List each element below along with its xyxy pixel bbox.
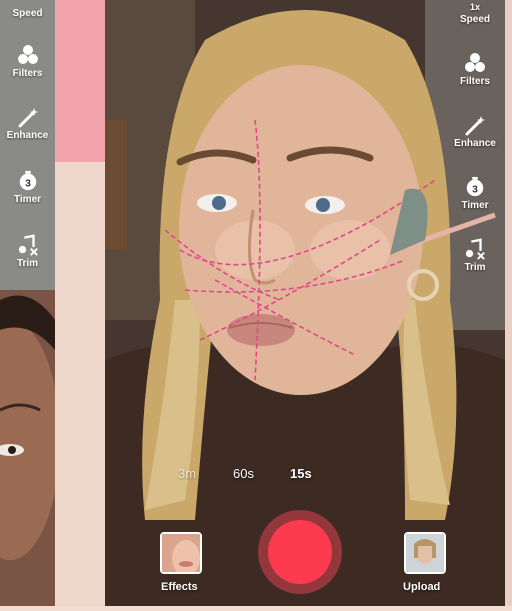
- right-speed-label: Speed: [459, 14, 490, 25]
- upload-thumbnail[interactable]: [404, 532, 446, 574]
- left-timer-button[interactable]: 3 Timer: [0, 170, 55, 205]
- right-timer-badge: 3: [472, 185, 478, 196]
- left-speed-label: Speed: [12, 8, 43, 19]
- enhance-wand-icon: [465, 116, 485, 136]
- left-timer-label: Timer: [13, 194, 42, 205]
- left-enhance-label: Enhance: [6, 130, 49, 141]
- trim-music-icon: [465, 238, 485, 260]
- right-trim-button[interactable]: Trim: [448, 238, 502, 273]
- left-trim-label: Trim: [16, 258, 39, 269]
- left-filters-button[interactable]: Filters: [0, 44, 55, 79]
- right-enhance-label: Enhance: [454, 138, 496, 149]
- right-timer-label: Timer: [461, 200, 489, 211]
- right-speed-button[interactable]: 1x Speed: [448, 0, 502, 25]
- right-enhance-button[interactable]: Enhance: [448, 114, 502, 149]
- right-timer-button[interactable]: 3 Timer: [448, 176, 502, 211]
- upload-label[interactable]: Upload: [403, 581, 440, 593]
- left-speed-button[interactable]: Speed: [0, 0, 55, 19]
- duration-15s[interactable]: 15s: [290, 466, 312, 481]
- duration-60s[interactable]: 60s: [233, 466, 254, 481]
- left-enhance-button[interactable]: Enhance: [0, 106, 55, 141]
- enhance-wand-icon: [18, 108, 38, 128]
- left-lower-preview: [0, 290, 60, 606]
- filters-icon: [17, 45, 38, 64]
- right-filters-label: Filters: [459, 76, 490, 87]
- timer-icon: 3: [19, 170, 36, 191]
- timer-icon: 3: [466, 176, 484, 197]
- right-trim-label: Trim: [464, 262, 486, 273]
- left-trim-button[interactable]: Trim: [0, 234, 55, 269]
- left-filters-label: Filters: [12, 68, 43, 79]
- trim-music-icon: [18, 234, 38, 256]
- effects-thumbnail[interactable]: [160, 532, 202, 574]
- duration-3m[interactable]: 3m: [178, 466, 196, 481]
- record-button[interactable]: [268, 520, 332, 584]
- pink-panel: [55, 0, 105, 162]
- left-timer-badge: 3: [25, 179, 31, 190]
- right-filters-button[interactable]: Filters: [448, 52, 502, 87]
- right-edge-strip: [505, 0, 512, 606]
- effects-label[interactable]: Effects: [161, 581, 198, 593]
- filters-icon: [465, 53, 485, 72]
- right-speed-badge: 1x: [469, 2, 480, 12]
